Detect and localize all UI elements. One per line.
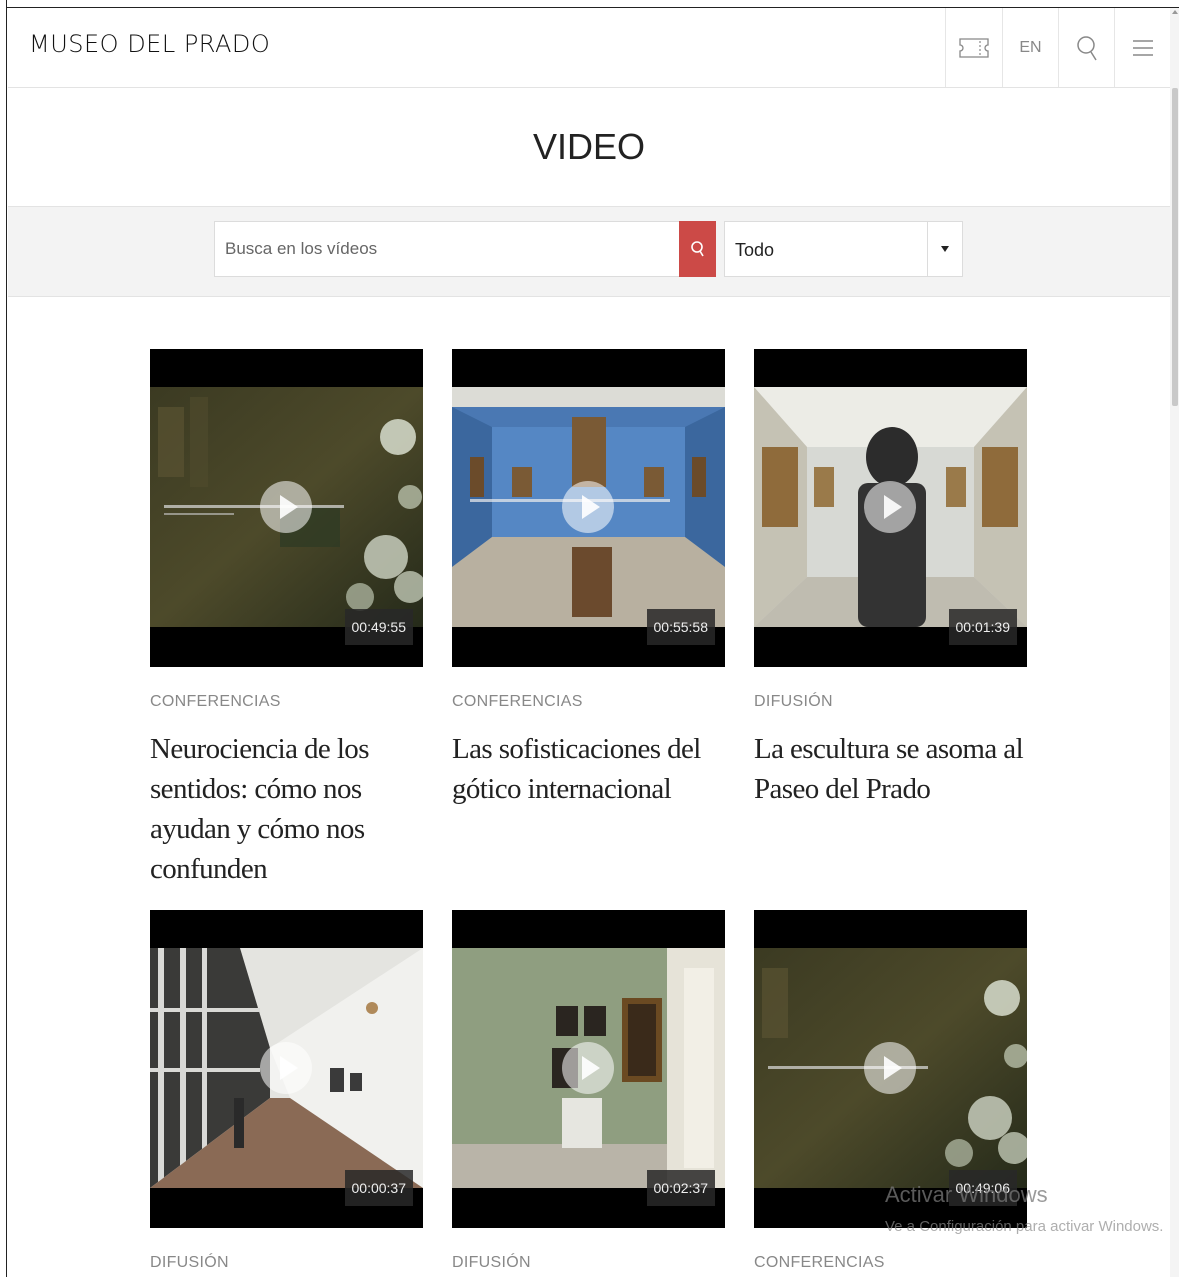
play-icon xyxy=(260,1042,312,1094)
menu-button[interactable] xyxy=(1114,8,1170,87)
scrollbar-thumb[interactable] xyxy=(1172,88,1178,406)
page-title: VIDEO xyxy=(532,126,646,167)
video-search-input[interactable] xyxy=(214,221,680,277)
video-category[interactable]: CONFERENCIAS xyxy=(452,693,583,711)
window-top-border xyxy=(0,0,1179,8)
category-select-value: Todo xyxy=(735,240,775,260)
video-category[interactable]: CONFERENCIAS xyxy=(150,693,281,711)
video-category[interactable]: DIFUSIÓN xyxy=(452,1254,531,1272)
play-icon xyxy=(864,1042,916,1094)
chevron-down-icon xyxy=(941,246,949,252)
video-title[interactable]: Neurociencia de los sentidos: cómo nos a… xyxy=(150,729,430,889)
video-duration: 00:55:58 xyxy=(646,609,715,645)
search-icon xyxy=(1076,35,1097,60)
video-title[interactable]: La escultura se asoma al Paseo del Prado xyxy=(754,729,1034,809)
play-icon xyxy=(562,481,614,533)
video-duration: 00:00:37 xyxy=(344,1170,413,1206)
play-icon xyxy=(562,1042,614,1094)
ticket-icon xyxy=(959,37,989,58)
window-left-border xyxy=(0,0,7,1277)
video-thumbnail[interactable]: 00:01:39 xyxy=(754,349,1027,667)
video-duration: 00:49:55 xyxy=(344,609,413,645)
play-icon xyxy=(864,481,916,533)
play-button[interactable] xyxy=(562,467,614,547)
language-toggle[interactable]: EN xyxy=(1002,8,1058,87)
select-divider xyxy=(927,222,928,276)
title-band: VIDEO xyxy=(8,88,1170,207)
scroll-up-arrow[interactable] xyxy=(1172,10,1178,14)
site-logo[interactable]: MUSEO DEL PRADO xyxy=(29,30,270,58)
video-category[interactable]: DIFUSIÓN xyxy=(150,1254,229,1272)
video-thumbnail[interactable]: 00:02:37 xyxy=(452,910,725,1228)
play-button[interactable] xyxy=(864,467,916,547)
play-button[interactable] xyxy=(562,1028,614,1108)
windows-activation-watermark: Activar Windows xyxy=(885,1182,1048,1207)
video-thumbnail[interactable]: 00:00:37 xyxy=(150,910,423,1228)
ticket-button[interactable] xyxy=(945,8,1002,87)
video-category[interactable]: CONFERENCIAS xyxy=(754,1254,885,1272)
play-button[interactable] xyxy=(260,1028,312,1108)
play-icon xyxy=(260,481,312,533)
play-button[interactable] xyxy=(260,467,312,547)
video-category[interactable]: DIFUSIÓN xyxy=(754,693,833,711)
video-thumbnail[interactable]: 00:49:06 xyxy=(754,910,1027,1228)
category-select[interactable]: Todo xyxy=(724,221,963,277)
filter-bar: Todo xyxy=(8,207,1170,297)
search-submit-button[interactable] xyxy=(679,221,716,277)
video-duration: 00:02:37 xyxy=(646,1170,715,1206)
site-header: MUSEO DEL PRADO EN xyxy=(8,8,1170,88)
video-thumbnail[interactable]: 00:55:58 xyxy=(452,349,725,667)
play-button[interactable] xyxy=(864,1028,916,1108)
video-thumbnail[interactable]: 00:49:55 xyxy=(150,349,423,667)
video-duration: 00:01:39 xyxy=(948,609,1017,645)
menu-icon xyxy=(1132,39,1153,56)
windows-activation-hint: Ve a Configuración para activar Windows. xyxy=(885,1218,1164,1235)
search-button[interactable] xyxy=(1058,8,1114,87)
search-icon xyxy=(690,241,704,257)
video-title[interactable]: Las sofisticaciones del gótico internaci… xyxy=(452,729,732,809)
